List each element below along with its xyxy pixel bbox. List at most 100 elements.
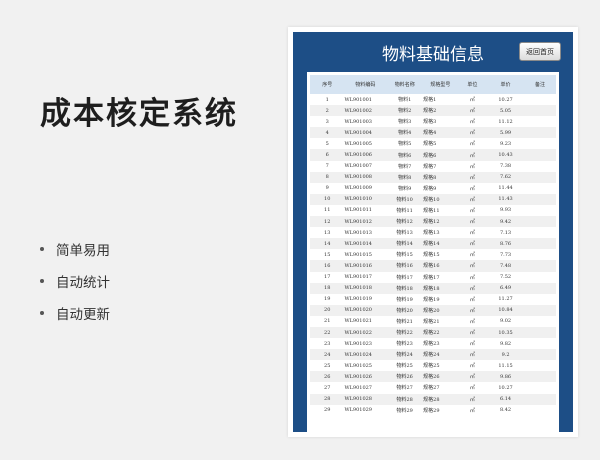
- cell-spec[interactable]: 规格17: [423, 271, 458, 283]
- cell-price[interactable]: 9.02: [487, 315, 524, 327]
- cell-spec[interactable]: 规格22: [423, 326, 458, 339]
- cell-index[interactable]: 14: [310, 238, 345, 250]
- cell-unit[interactable]: ㎡: [457, 94, 488, 106]
- cell-index[interactable]: 3: [310, 116, 345, 128]
- cell-note[interactable]: [523, 371, 556, 383]
- cell-code[interactable]: WL901008: [344, 171, 387, 183]
- cell-name[interactable]: 物料28: [386, 393, 424, 405]
- cell-note[interactable]: [523, 271, 556, 283]
- cell-index[interactable]: 2: [310, 105, 345, 117]
- cell-spec[interactable]: 规格1: [423, 94, 458, 106]
- cell-code[interactable]: WL901021: [344, 315, 387, 327]
- cell-name[interactable]: 物料14: [386, 238, 424, 250]
- cell-index[interactable]: 18: [310, 282, 345, 294]
- cell-spec[interactable]: 规格3: [423, 116, 458, 128]
- cell-name[interactable]: 物料16: [386, 260, 424, 272]
- cell-index[interactable]: 16: [310, 260, 345, 272]
- cell-note[interactable]: [523, 127, 556, 139]
- cell-price[interactable]: 11.15: [487, 360, 524, 372]
- cell-price[interactable]: 7.13: [487, 227, 524, 239]
- cell-code[interactable]: WL901029: [344, 404, 387, 416]
- cell-code[interactable]: WL901020: [344, 304, 387, 316]
- cell-price[interactable]: 7.38: [487, 160, 524, 172]
- cell-note[interactable]: [523, 293, 556, 305]
- cell-name[interactable]: 物料5: [386, 138, 424, 150]
- cell-unit[interactable]: ㎡: [457, 382, 488, 394]
- cell-spec[interactable]: 规格12: [423, 216, 458, 228]
- cell-note[interactable]: [523, 138, 556, 150]
- cell-note[interactable]: [523, 94, 556, 106]
- cell-code[interactable]: WL901028: [344, 393, 387, 405]
- cell-code[interactable]: WL901019: [344, 293, 387, 305]
- cell-index[interactable]: 10: [310, 193, 345, 205]
- cell-index[interactable]: 23: [310, 338, 345, 350]
- cell-index[interactable]: 1: [310, 94, 345, 106]
- cell-note[interactable]: [523, 393, 556, 405]
- cell-index[interactable]: 20: [310, 304, 345, 316]
- cell-code[interactable]: WL901023: [344, 338, 387, 350]
- cell-price[interactable]: 7.48: [487, 260, 524, 272]
- cell-name[interactable]: 物料29: [386, 404, 424, 416]
- cell-index[interactable]: 17: [310, 271, 345, 283]
- cell-price[interactable]: 8.76: [487, 238, 524, 250]
- cell-spec[interactable]: 规格28: [423, 393, 458, 405]
- cell-unit[interactable]: ㎡: [457, 216, 488, 228]
- cell-note[interactable]: [523, 238, 556, 250]
- cell-name[interactable]: 物料24: [386, 349, 424, 361]
- cell-price[interactable]: 6.14: [487, 393, 524, 405]
- cell-price[interactable]: 6.49: [487, 282, 524, 294]
- cell-name[interactable]: 物料6: [386, 149, 424, 161]
- cell-unit[interactable]: ㎡: [457, 315, 488, 327]
- cell-unit[interactable]: ㎡: [457, 249, 488, 261]
- cell-unit[interactable]: ㎡: [457, 371, 488, 383]
- cell-code[interactable]: WL901007: [344, 160, 387, 172]
- cell-price[interactable]: 11.12: [487, 116, 524, 128]
- cell-unit[interactable]: ㎡: [457, 227, 488, 239]
- cell-price[interactable]: 10.27: [487, 382, 524, 394]
- cell-spec[interactable]: 规格27: [423, 382, 458, 394]
- cell-name[interactable]: 物料23: [386, 338, 424, 350]
- cell-name[interactable]: 物料22: [386, 326, 424, 339]
- cell-spec[interactable]: 规格13: [423, 227, 458, 239]
- cell-spec[interactable]: 规格2: [423, 105, 458, 117]
- cell-note[interactable]: [523, 182, 556, 194]
- cell-spec[interactable]: 规格25: [423, 360, 458, 372]
- cell-code[interactable]: WL901018: [344, 282, 387, 294]
- cell-unit[interactable]: ㎡: [457, 304, 488, 316]
- cell-note[interactable]: [523, 382, 556, 394]
- cell-price[interactable]: 8.42: [487, 404, 524, 416]
- cell-code[interactable]: WL901027: [344, 382, 387, 394]
- cell-code[interactable]: WL901009: [344, 182, 387, 194]
- cell-spec[interactable]: 规格9: [423, 182, 458, 194]
- cell-spec[interactable]: 规格16: [423, 260, 458, 272]
- cell-spec[interactable]: 规格14: [423, 238, 458, 250]
- cell-unit[interactable]: ㎡: [457, 349, 488, 361]
- cell-name[interactable]: 物料19: [386, 293, 424, 305]
- cell-index[interactable]: 4: [310, 127, 345, 139]
- cell-note[interactable]: [523, 160, 556, 172]
- cell-code[interactable]: WL901001: [344, 94, 387, 106]
- cell-note[interactable]: [523, 304, 556, 316]
- cell-code[interactable]: WL901006: [344, 149, 387, 161]
- cell-price[interactable]: 11.27: [487, 293, 524, 305]
- cell-unit[interactable]: ㎡: [457, 393, 488, 405]
- cell-unit[interactable]: ㎡: [457, 171, 488, 183]
- cell-index[interactable]: 22: [310, 326, 345, 339]
- cell-note[interactable]: [523, 216, 556, 228]
- cell-name[interactable]: 物料3: [386, 116, 424, 128]
- cell-name[interactable]: 物料26: [386, 371, 424, 383]
- cell-unit[interactable]: ㎡: [457, 193, 488, 205]
- cell-note[interactable]: [523, 360, 556, 372]
- cell-name[interactable]: 物料18: [386, 282, 424, 294]
- cell-index[interactable]: 8: [310, 171, 345, 183]
- cell-code[interactable]: WL901011: [344, 204, 387, 217]
- cell-price[interactable]: 11.44: [487, 182, 524, 194]
- cell-unit[interactable]: ㎡: [457, 160, 488, 172]
- cell-index[interactable]: 28: [310, 393, 345, 405]
- cell-name[interactable]: 物料8: [386, 171, 424, 183]
- cell-note[interactable]: [523, 171, 556, 183]
- cell-note[interactable]: [523, 105, 556, 117]
- cell-unit[interactable]: ㎡: [457, 138, 488, 150]
- cell-price[interactable]: 9.42: [487, 216, 524, 228]
- cell-index[interactable]: 26: [310, 371, 345, 383]
